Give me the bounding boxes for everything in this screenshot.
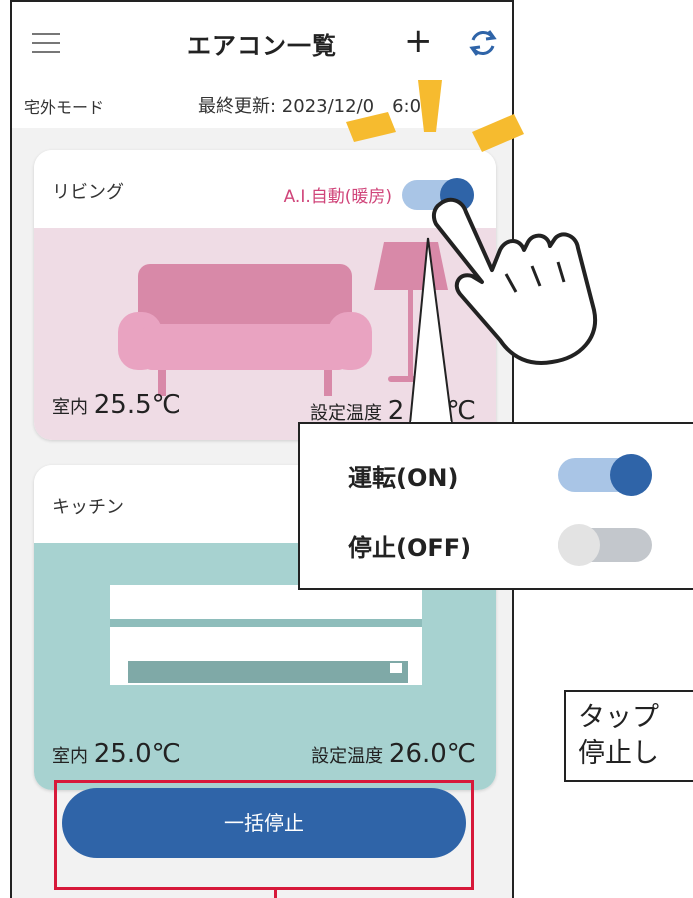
note-line-1: タップ — [578, 702, 659, 733]
set-temp-label: 設定温度 — [311, 746, 384, 767]
toggle-on-sample — [558, 454, 652, 496]
indoor-label: 室内 — [52, 746, 88, 767]
pointing-hand-icon — [431, 197, 598, 365]
indoor-label: 室内 — [52, 397, 88, 418]
note-line-2: 停止し — [578, 738, 659, 769]
toggle-knob — [610, 454, 652, 496]
toggle-knob — [558, 524, 600, 566]
indoor-temp: 25.0℃ — [93, 739, 181, 769]
legend-on-label: 運転(ON) — [348, 464, 459, 492]
indoor-temp: 25.5℃ — [93, 390, 181, 420]
set-temp: 26.0℃ — [388, 739, 476, 769]
room-name: リビング — [52, 182, 124, 203]
legend-on-row: 運転(ON) — [348, 450, 688, 500]
mode-text: 宅外モード — [24, 98, 105, 117]
instruction-note: タップ 停止し — [564, 690, 693, 782]
room-name: キッチン — [52, 497, 124, 518]
refresh-icon[interactable] — [466, 26, 500, 60]
toggle-legend: 運転(ON) 停止(OFF) — [298, 422, 693, 590]
set-temp-label: 設定温度 — [309, 403, 382, 424]
plus-icon[interactable]: + — [404, 24, 433, 58]
app-header: エアコン一覧 + — [12, 2, 512, 81]
mode-label: A.I.自動(暖房) — [283, 187, 392, 207]
legend-off-label: 停止(OFF) — [348, 534, 472, 562]
toggle-off-sample — [558, 524, 652, 566]
legend-off-row: 停止(OFF) — [348, 520, 688, 570]
tap-sparkle-icon — [346, 80, 524, 152]
highlight-frame — [54, 780, 474, 890]
page-title: エアコン一覧 — [187, 32, 337, 60]
highlight-pointer — [274, 890, 277, 898]
